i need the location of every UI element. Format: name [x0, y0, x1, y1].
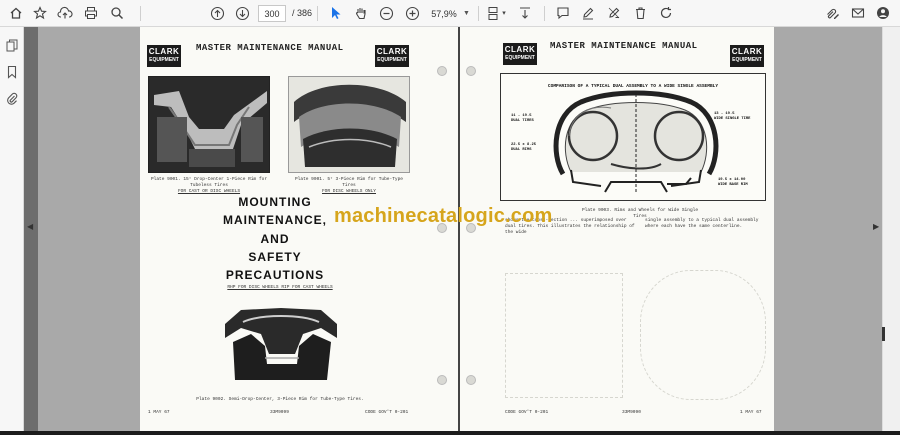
rim-sub-labels: RHP FOR DISC WHEELS RIP FOR CAST WHEELS: [227, 285, 333, 290]
clark-logo-left-2: CLARK EQUIPMENT: [375, 45, 409, 67]
pages-thumbnail-icon[interactable]: [3, 37, 21, 55]
clark-logo-right-2: CLARK EQUIPMENT: [730, 45, 764, 67]
binder-hole-1: [437, 66, 447, 76]
binder-hole-3: [437, 375, 447, 385]
home-icon[interactable]: [6, 3, 26, 23]
hand-tool-icon[interactable]: [351, 3, 371, 23]
email-icon[interactable]: [848, 3, 868, 23]
clark-logo-left-1: CLARK EQUIPMENT: [147, 45, 181, 67]
scrollbar-thumb[interactable]: [882, 327, 885, 341]
vertical-scrollbar[interactable]: [882, 27, 900, 431]
page-header-left: MASTER MAINTENANCE MANUAL: [196, 43, 344, 53]
comment-icon[interactable]: [553, 3, 573, 23]
label-wide-base-rim: 19.5 x 14.00 WIDE BASE RIM: [718, 178, 748, 187]
select-cursor-icon[interactable]: [326, 3, 346, 23]
diagram-title: COMPARISON OF A TYPICAL DUAL ASSEMBLY TO…: [547, 84, 719, 89]
page-number-input[interactable]: [258, 5, 286, 22]
footer-number-right: 33M9090: [622, 410, 641, 415]
account-icon[interactable]: [873, 3, 893, 23]
next-page-icon[interactable]: [232, 3, 252, 23]
footer-date-left: 1 MAY 67: [148, 410, 170, 415]
zoom-in-icon[interactable]: [402, 3, 422, 23]
zoom-out-icon[interactable]: [376, 3, 396, 23]
title-line-3: AND: [260, 232, 290, 246]
label-dual-tires: 11 - 19.5 DUAL TIRES: [511, 114, 534, 123]
rim-photo-2: [288, 76, 410, 173]
footer-code-left: CODE GOV'T 0-201: [365, 410, 409, 415]
delete-icon[interactable]: [630, 3, 650, 23]
footer-code-right: CODE GOV'T 0-201: [505, 410, 549, 415]
title-line-4: SAFETY: [248, 250, 302, 264]
edit-link-icon[interactable]: [822, 3, 842, 23]
bookmark-icon[interactable]: [3, 63, 21, 81]
previous-page-icon[interactable]: [207, 3, 227, 23]
highlight-icon[interactable]: [604, 3, 624, 23]
label-dual-rims: 22.5 x 8.25 DUAL RIMS: [511, 143, 537, 152]
search-icon[interactable]: [107, 3, 127, 23]
binder-hole-4: [466, 66, 476, 76]
left-sidebar: [0, 27, 24, 435]
zoom-level-value: 57,9%: [431, 8, 457, 19]
faint-figure-left: [505, 273, 623, 398]
binder-hole-6: [466, 375, 476, 385]
watermark-text: machinecatalogic.com: [334, 205, 553, 227]
caption-plate-3: Plate 9002. Semi-Drop-Center, 3-Piece Ri…: [196, 397, 364, 402]
caption-text-right: single assembly to a typical dual assemb…: [645, 218, 759, 229]
pdf-toolbar: / 386 57,9% ▼ ▾: [0, 0, 900, 27]
layout-chevron-icon[interactable]: ▾: [499, 3, 509, 23]
chevron-down-icon: ▼: [463, 10, 470, 17]
rotate-icon[interactable]: [656, 3, 676, 23]
page-header-right: MASTER MAINTENANCE MANUAL: [550, 41, 698, 51]
caption-plate-1: Plate 9001. 15° Drop-Center 1-Piece Rim …: [150, 177, 268, 194]
clark-logo-right-1: CLARK EQUIPMENT: [503, 43, 537, 65]
rim-photo-3: [221, 294, 341, 390]
print-icon[interactable]: [81, 3, 101, 23]
page-total-label: / 386: [292, 8, 313, 18]
footer-date-right: 1 MAY 67: [740, 410, 762, 415]
attachment-icon[interactable]: [3, 89, 21, 107]
caption-plate-2: Plate 9001. 5° 3-Piece Rim for Tube-Type…: [294, 177, 404, 194]
rim-photo-1: [148, 76, 270, 173]
faint-figure-right: [640, 270, 766, 400]
title-line-5: PRECAUTIONS: [225, 268, 325, 282]
pen-draw-icon[interactable]: [578, 3, 598, 23]
footer-number-left: 33M9099: [270, 410, 289, 415]
collapse-right-arrow-icon[interactable]: ▶: [873, 222, 879, 231]
cloud-upload-icon[interactable]: [55, 3, 75, 23]
viewer-margin-right: [774, 27, 882, 431]
collapse-left-arrow-icon[interactable]: ◀: [27, 222, 33, 231]
fit-page-icon[interactable]: [515, 3, 535, 23]
label-wide-single-tire: 13 - 19.5 WIDE SINGLE TIRE: [714, 112, 751, 121]
bookmark-star-icon[interactable]: [30, 3, 50, 23]
zoom-level-dropdown[interactable]: 57,9% ▼: [428, 5, 472, 22]
viewer-margin-left: [38, 27, 140, 431]
bottom-bar: [0, 431, 900, 435]
